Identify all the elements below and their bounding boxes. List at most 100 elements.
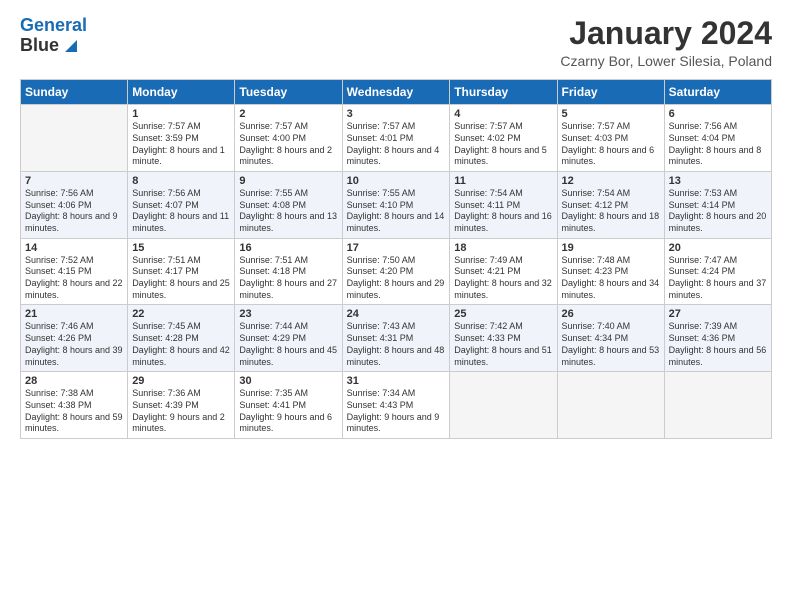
day-number: 1: [132, 108, 230, 120]
day-info: Sunrise: 7:52 AMSunset: 4:15 PMDaylight:…: [25, 255, 123, 300]
main-title: January 2024: [560, 16, 772, 51]
day-number: 5: [562, 108, 660, 120]
day-number: 15: [132, 242, 230, 254]
calendar-week-row: 7 Sunrise: 7:56 AMSunset: 4:06 PMDayligh…: [21, 171, 772, 238]
table-row: 19 Sunrise: 7:48 AMSunset: 4:23 PMDaylig…: [557, 238, 664, 305]
day-info: Sunrise: 7:43 AMSunset: 4:31 PMDaylight:…: [347, 321, 445, 366]
table-row: 1 Sunrise: 7:57 AMSunset: 3:59 PMDayligh…: [128, 105, 235, 172]
table-row: 31 Sunrise: 7:34 AMSunset: 4:43 PMDaylig…: [342, 372, 450, 439]
day-info: Sunrise: 7:55 AMSunset: 4:10 PMDaylight:…: [347, 188, 445, 233]
table-row: 2 Sunrise: 7:57 AMSunset: 4:00 PMDayligh…: [235, 105, 342, 172]
calendar-week-row: 1 Sunrise: 7:57 AMSunset: 3:59 PMDayligh…: [21, 105, 772, 172]
calendar-week-row: 28 Sunrise: 7:38 AMSunset: 4:38 PMDaylig…: [21, 372, 772, 439]
day-info: Sunrise: 7:45 AMSunset: 4:28 PMDaylight:…: [132, 321, 230, 366]
col-saturday: Saturday: [664, 80, 771, 105]
day-number: 28: [25, 375, 123, 387]
table-row: 16 Sunrise: 7:51 AMSunset: 4:18 PMDaylig…: [235, 238, 342, 305]
day-info: Sunrise: 7:54 AMSunset: 4:12 PMDaylight:…: [562, 188, 660, 233]
day-info: Sunrise: 7:38 AMSunset: 4:38 PMDaylight:…: [25, 388, 123, 433]
table-row: 26 Sunrise: 7:40 AMSunset: 4:34 PMDaylig…: [557, 305, 664, 372]
table-row: 12 Sunrise: 7:54 AMSunset: 4:12 PMDaylig…: [557, 171, 664, 238]
col-monday: Monday: [128, 80, 235, 105]
day-number: 18: [454, 242, 552, 254]
table-row: 21 Sunrise: 7:46 AMSunset: 4:26 PMDaylig…: [21, 305, 128, 372]
table-row: 28 Sunrise: 7:38 AMSunset: 4:38 PMDaylig…: [21, 372, 128, 439]
calendar-week-row: 21 Sunrise: 7:46 AMSunset: 4:26 PMDaylig…: [21, 305, 772, 372]
day-info: Sunrise: 7:56 AMSunset: 4:04 PMDaylight:…: [669, 121, 762, 166]
logo-blue: Blue: [20, 36, 87, 56]
table-row: 10 Sunrise: 7:55 AMSunset: 4:10 PMDaylig…: [342, 171, 450, 238]
day-info: Sunrise: 7:51 AMSunset: 4:18 PMDaylight:…: [239, 255, 337, 300]
day-info: Sunrise: 7:55 AMSunset: 4:08 PMDaylight:…: [239, 188, 337, 233]
day-info: Sunrise: 7:40 AMSunset: 4:34 PMDaylight:…: [562, 321, 660, 366]
day-number: 10: [347, 175, 446, 187]
table-row: 5 Sunrise: 7:57 AMSunset: 4:03 PMDayligh…: [557, 105, 664, 172]
table-row: 11 Sunrise: 7:54 AMSunset: 4:11 PMDaylig…: [450, 171, 557, 238]
day-info: Sunrise: 7:54 AMSunset: 4:11 PMDaylight:…: [454, 188, 552, 233]
day-info: Sunrise: 7:44 AMSunset: 4:29 PMDaylight:…: [239, 321, 337, 366]
subtitle: Czarny Bor, Lower Silesia, Poland: [560, 53, 772, 69]
col-tuesday: Tuesday: [235, 80, 342, 105]
day-number: 9: [239, 175, 337, 187]
calendar-week-row: 14 Sunrise: 7:52 AMSunset: 4:15 PMDaylig…: [21, 238, 772, 305]
day-number: 3: [347, 108, 446, 120]
col-wednesday: Wednesday: [342, 80, 450, 105]
day-number: 2: [239, 108, 337, 120]
table-row: [21, 105, 128, 172]
day-info: Sunrise: 7:47 AMSunset: 4:24 PMDaylight:…: [669, 255, 767, 300]
table-row: 20 Sunrise: 7:47 AMSunset: 4:24 PMDaylig…: [664, 238, 771, 305]
day-info: Sunrise: 7:57 AMSunset: 4:02 PMDaylight:…: [454, 121, 547, 166]
day-number: 16: [239, 242, 337, 254]
day-number: 13: [669, 175, 767, 187]
day-number: 21: [25, 308, 123, 320]
table-row: 29 Sunrise: 7:36 AMSunset: 4:39 PMDaylig…: [128, 372, 235, 439]
col-sunday: Sunday: [21, 80, 128, 105]
table-row: [557, 372, 664, 439]
day-info: Sunrise: 7:57 AMSunset: 4:03 PMDaylight:…: [562, 121, 655, 166]
table-row: 23 Sunrise: 7:44 AMSunset: 4:29 PMDaylig…: [235, 305, 342, 372]
day-info: Sunrise: 7:50 AMSunset: 4:20 PMDaylight:…: [347, 255, 445, 300]
day-number: 12: [562, 175, 660, 187]
day-number: 25: [454, 308, 552, 320]
day-number: 26: [562, 308, 660, 320]
day-number: 20: [669, 242, 767, 254]
table-row: [450, 372, 557, 439]
table-row: 14 Sunrise: 7:52 AMSunset: 4:15 PMDaylig…: [21, 238, 128, 305]
page: General Blue January 2024 Czarny Bor, Lo…: [0, 0, 792, 612]
table-row: 25 Sunrise: 7:42 AMSunset: 4:33 PMDaylig…: [450, 305, 557, 372]
day-info: Sunrise: 7:49 AMSunset: 4:21 PMDaylight:…: [454, 255, 552, 300]
day-info: Sunrise: 7:56 AMSunset: 4:06 PMDaylight:…: [25, 188, 118, 233]
table-row: 9 Sunrise: 7:55 AMSunset: 4:08 PMDayligh…: [235, 171, 342, 238]
day-number: 29: [132, 375, 230, 387]
day-info: Sunrise: 7:36 AMSunset: 4:39 PMDaylight:…: [132, 388, 225, 433]
table-row: 13 Sunrise: 7:53 AMSunset: 4:14 PMDaylig…: [664, 171, 771, 238]
table-row: 17 Sunrise: 7:50 AMSunset: 4:20 PMDaylig…: [342, 238, 450, 305]
day-number: 31: [347, 375, 446, 387]
table-row: 30 Sunrise: 7:35 AMSunset: 4:41 PMDaylig…: [235, 372, 342, 439]
table-row: [664, 372, 771, 439]
day-info: Sunrise: 7:39 AMSunset: 4:36 PMDaylight:…: [669, 321, 767, 366]
col-thursday: Thursday: [450, 80, 557, 105]
day-info: Sunrise: 7:56 AMSunset: 4:07 PMDaylight:…: [132, 188, 229, 233]
table-row: 4 Sunrise: 7:57 AMSunset: 4:02 PMDayligh…: [450, 105, 557, 172]
day-number: 14: [25, 242, 123, 254]
table-row: 27 Sunrise: 7:39 AMSunset: 4:36 PMDaylig…: [664, 305, 771, 372]
day-info: Sunrise: 7:46 AMSunset: 4:26 PMDaylight:…: [25, 321, 123, 366]
header: General Blue January 2024 Czarny Bor, Lo…: [20, 16, 772, 69]
table-row: 22 Sunrise: 7:45 AMSunset: 4:28 PMDaylig…: [128, 305, 235, 372]
logo-general: General: [20, 15, 87, 35]
day-number: 11: [454, 175, 552, 187]
day-info: Sunrise: 7:57 AMSunset: 4:01 PMDaylight:…: [347, 121, 440, 166]
table-row: 7 Sunrise: 7:56 AMSunset: 4:06 PMDayligh…: [21, 171, 128, 238]
table-row: 8 Sunrise: 7:56 AMSunset: 4:07 PMDayligh…: [128, 171, 235, 238]
table-row: 18 Sunrise: 7:49 AMSunset: 4:21 PMDaylig…: [450, 238, 557, 305]
day-info: Sunrise: 7:35 AMSunset: 4:41 PMDaylight:…: [239, 388, 332, 433]
day-info: Sunrise: 7:57 AMSunset: 4:00 PMDaylight:…: [239, 121, 332, 166]
day-number: 4: [454, 108, 552, 120]
day-number: 19: [562, 242, 660, 254]
table-row: 24 Sunrise: 7:43 AMSunset: 4:31 PMDaylig…: [342, 305, 450, 372]
table-row: 6 Sunrise: 7:56 AMSunset: 4:04 PMDayligh…: [664, 105, 771, 172]
calendar-table: Sunday Monday Tuesday Wednesday Thursday…: [20, 79, 772, 439]
day-number: 17: [347, 242, 446, 254]
day-info: Sunrise: 7:57 AMSunset: 3:59 PMDaylight:…: [132, 121, 225, 166]
